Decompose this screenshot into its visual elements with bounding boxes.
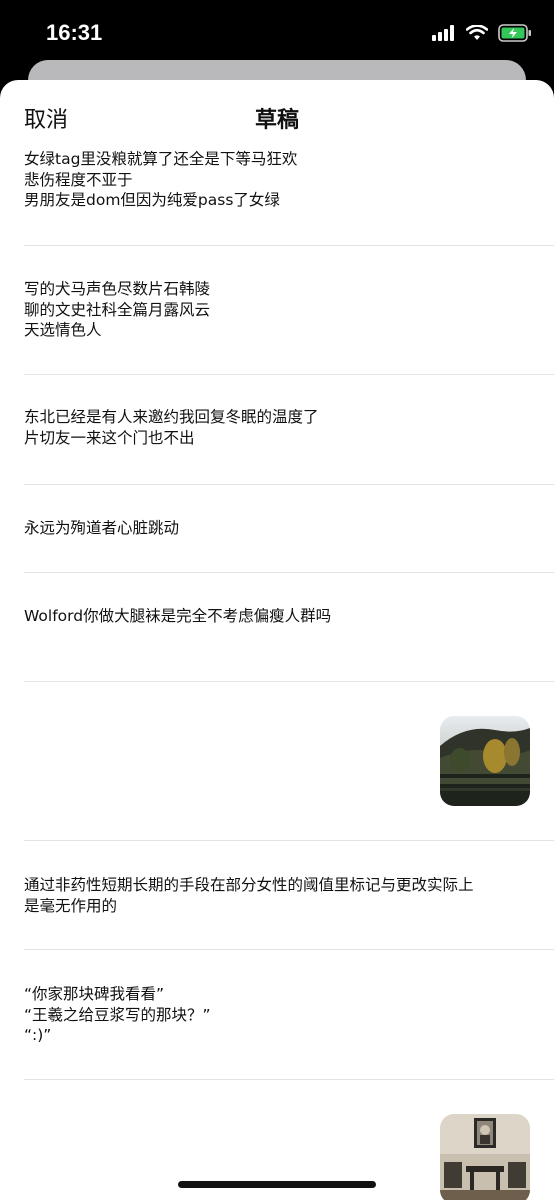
draft-item[interactable] xyxy=(24,682,554,841)
draft-item[interactable]: 写的犬马声色尽数片石韩陵 聊的文史社科全篇月露风云 天选情色人 xyxy=(24,246,554,375)
battery-charging-icon xyxy=(498,24,531,42)
draft-image-thumbnail xyxy=(440,716,530,806)
draft-item[interactable]: Wolford你做大腿袜是完全不考虑偏瘦人群吗 xyxy=(24,573,554,682)
drafts-list: 女绿tag里没粮就算了还全是下等马狂欢 悲伤程度不亚于 男朋友是dom但因为纯爱… xyxy=(0,150,554,1200)
draft-text: 通过非药性短期长期的手段在部分女性的阈值里标记与更改实际上 是毫无作用的 xyxy=(24,876,474,915)
draft-text: “你家那块碑我看看” “王羲之给豆浆写的那块？” “:)” xyxy=(24,985,211,1044)
draft-item[interactable]: 永远为殉道者心脏跳动 xyxy=(24,485,554,573)
wifi-icon xyxy=(466,25,488,40)
draft-text: Wolford你做大腿袜是完全不考虑偏瘦人群吗 xyxy=(24,607,332,625)
page-title: 草稿 xyxy=(254,108,299,133)
draft-text: 永远为殉道者心脏跳动 xyxy=(24,519,180,537)
drafts-sheet: 取消 草稿 女绿tag里没粮就算了还全是下等马狂欢 悲伤程度不亚于 男朋友是do… xyxy=(0,80,554,1200)
status-time: 16:31 xyxy=(46,20,103,45)
sheet-header: 取消 草稿 xyxy=(0,80,554,154)
portrait-photo xyxy=(440,1114,530,1200)
draft-item[interactable]: 女绿tag里没粮就算了还全是下等马狂欢 悲伤程度不亚于 男朋友是dom但因为纯爱… xyxy=(24,150,554,246)
draft-item[interactable]: “你家那块碑我看看” “王羲之给豆浆写的那块？” “:)” xyxy=(24,950,554,1080)
status-icons xyxy=(432,24,532,42)
draft-item[interactable]: 东北已经是有人来邀约我回复冬眠的温度了 片切友一来这个门也不出 xyxy=(24,375,554,485)
home-indicator[interactable] xyxy=(178,1181,376,1188)
cellular-signal-icon xyxy=(432,25,454,41)
draft-text: 女绿tag里没粮就算了还全是下等马狂欢 悲伤程度不亚于 男朋友是dom但因为纯爱… xyxy=(24,150,298,209)
landscape-photo xyxy=(440,716,530,806)
draft-text: 东北已经是有人来邀约我回复冬眠的温度了 片切友一来这个门也不出 xyxy=(24,408,319,447)
draft-text: 写的犬马声色尽数片石韩陵 聊的文史社科全篇月露风云 天选情色人 xyxy=(24,280,211,339)
draft-item[interactable]: 通过非药性短期长期的手段在部分女性的阈值里标记与更改实际上 是毫无作用的 xyxy=(24,841,554,950)
draft-image-thumbnail xyxy=(440,1114,530,1200)
